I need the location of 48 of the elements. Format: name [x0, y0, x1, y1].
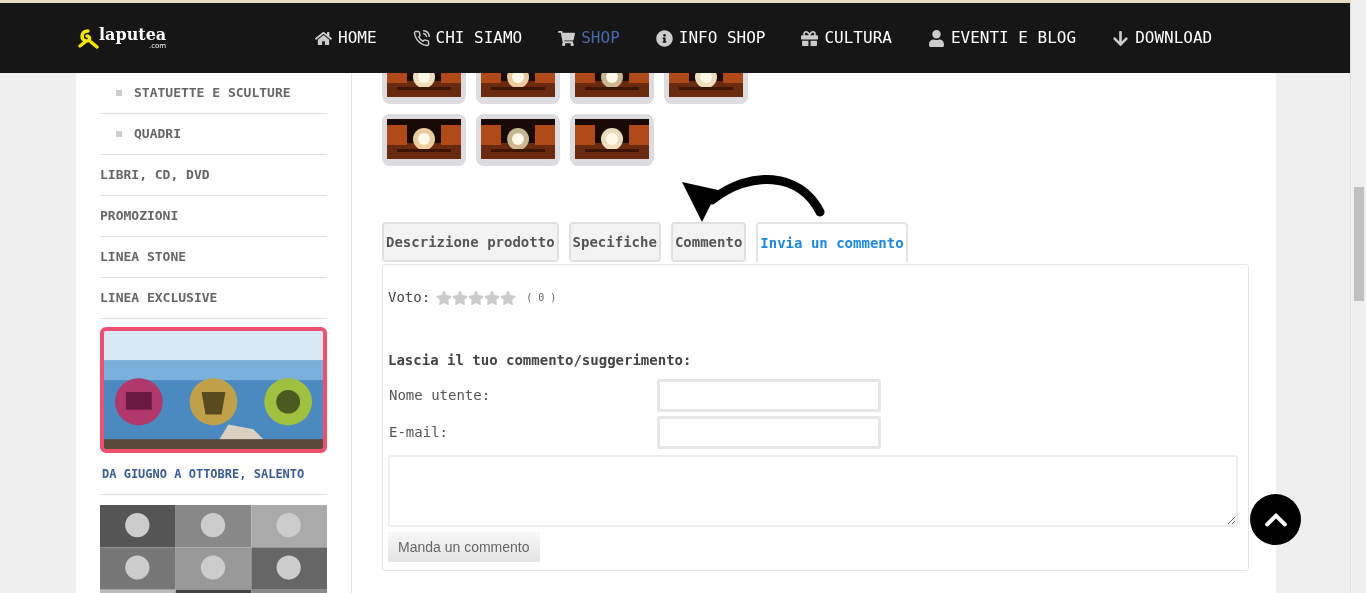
star-icon[interactable] [468, 289, 485, 306]
bullet-icon [116, 131, 122, 137]
gift-icon [801, 29, 819, 47]
vote-count: ( 0 ) [526, 291, 557, 305]
field-label: Nome utente: [388, 386, 492, 405]
nav-link[interactable]: CHI SIAMO [412, 26, 523, 50]
star-icon[interactable] [436, 289, 453, 306]
cart-icon [558, 29, 576, 47]
nav-link[interactable]: HOME [315, 26, 377, 50]
thumbnail-frame[interactable] [382, 114, 466, 166]
sidebar-item[interactable]: LIBRI, CD, DVD [100, 165, 210, 185]
star-rating[interactable] [436, 289, 517, 306]
nav-link[interactable]: DOWNLOAD [1112, 26, 1213, 50]
form-heading: Lascia il tuo commento/suggerimento: [388, 351, 693, 370]
home-icon [315, 29, 332, 47]
input-field[interactable] [657, 379, 881, 412]
banner-caption[interactable]: DA GIUGNO A OTTOBRE, SALENTO [102, 464, 305, 483]
scrollbar[interactable] [1350, 0, 1366, 593]
nav-link[interactable]: CULTURA [801, 26, 892, 50]
nav-link[interactable]: INFO SHOP [655, 26, 766, 50]
tab[interactable]: Invia un commento [756, 222, 908, 262]
logo-icon[interactable] [77, 27, 99, 50]
scrollbar-thumb[interactable] [1353, 187, 1364, 301]
vote-label: Voto: [388, 288, 431, 307]
thumbnail-frame[interactable] [570, 114, 654, 166]
nav-link[interactable]: EVENTI E BLOG [927, 26, 1077, 50]
sidebar-item[interactable]: STATUETTE E SCULTURE [134, 83, 291, 103]
star-icon[interactable] [452, 289, 469, 306]
logo-text[interactable]: laputea [99, 26, 167, 43]
field-label: E-mail: [388, 423, 449, 442]
info-icon [655, 29, 673, 47]
phone-icon [412, 29, 430, 47]
tab[interactable]: Descrizione prodotto [382, 222, 559, 262]
tab[interactable]: Specifiche [568, 222, 661, 262]
submit-button[interactable]: Manda un commento [388, 532, 540, 562]
thumbnail-frame[interactable] [476, 114, 560, 166]
star-icon[interactable] [500, 289, 517, 306]
user-icon [927, 29, 945, 47]
download-icon [1112, 29, 1130, 47]
bullet-icon [116, 90, 122, 96]
star-icon[interactable] [484, 289, 501, 306]
nav-link[interactable]: SHOP [558, 26, 620, 50]
sidebar-item[interactable]: QUADRI [134, 124, 181, 144]
sidebar-item[interactable]: LINEA EXCLUSIVE [100, 288, 218, 308]
tab[interactable]: Commento [670, 222, 747, 262]
sidebar-item[interactable]: PROMOZIONI [100, 206, 179, 226]
input-field[interactable] [657, 416, 881, 449]
sidebar-item[interactable]: LINEA STONE [100, 247, 187, 267]
